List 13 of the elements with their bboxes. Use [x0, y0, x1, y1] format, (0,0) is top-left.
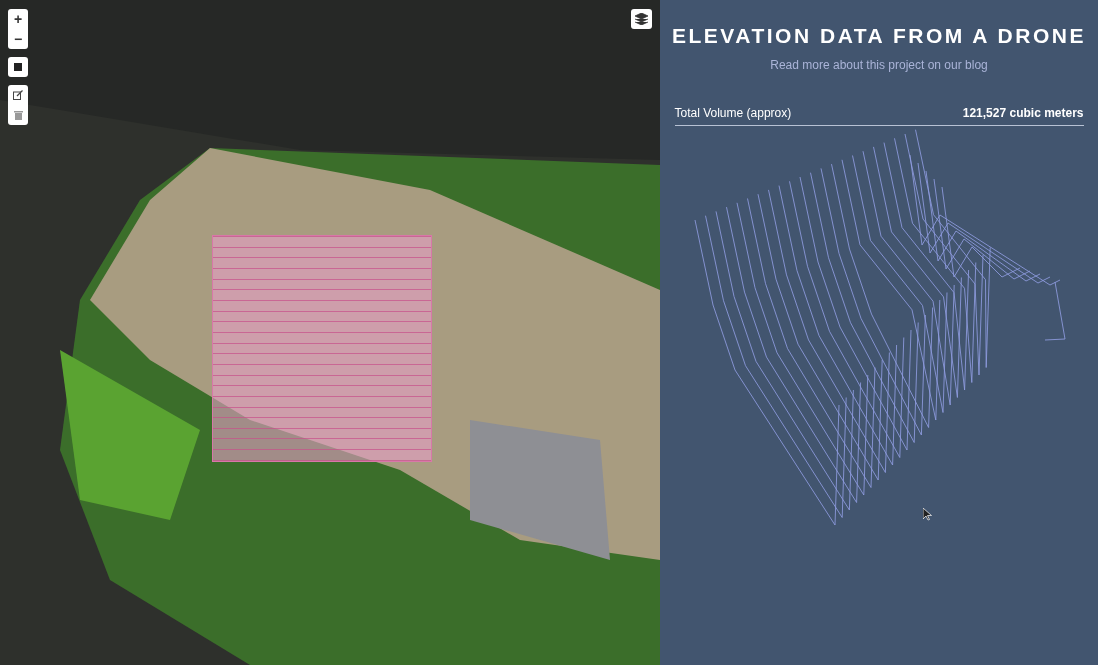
edit-icon	[13, 90, 23, 100]
volume-label: Total Volume (approx)	[674, 104, 792, 122]
layers-button[interactable]	[631, 9, 652, 29]
panel-title: ELEVATION DATA FROM A DRONE	[671, 23, 1087, 49]
zoom-in-button[interactable]: +	[8, 9, 28, 29]
blog-link[interactable]: Read more about this project on our blog	[770, 55, 988, 74]
layers-icon	[635, 13, 648, 25]
mouse-pointer-icon	[923, 508, 932, 521]
trash-icon	[13, 110, 23, 120]
square-icon	[14, 63, 22, 71]
draw-rectangle-button[interactable]	[8, 57, 28, 77]
volume-value: 121,527 cubic meters	[962, 104, 1084, 122]
zoom-out-button[interactable]: −	[8, 29, 28, 49]
